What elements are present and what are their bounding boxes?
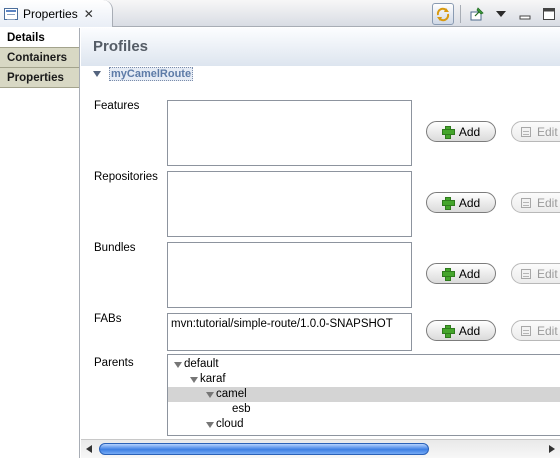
expand-icon[interactable]	[206, 422, 214, 428]
add-button-label: Add	[458, 266, 481, 281]
page-title: Profiles	[93, 38, 149, 55]
expand-icon[interactable]	[190, 377, 198, 383]
add-button-label: Add	[458, 195, 481, 210]
features-label: Features	[94, 100, 140, 112]
tab-properties-section[interactable]: Properties	[0, 68, 79, 88]
fabs-label: FABs	[94, 313, 122, 325]
view-toolbar	[430, 0, 560, 27]
edit-button-label: Edit	[537, 323, 558, 338]
expand-toggle-icon[interactable]	[93, 71, 101, 77]
add-button-label: Add	[458, 124, 481, 139]
tab-properties[interactable]: Properties ✕	[0, 0, 113, 27]
edit-icon	[521, 126, 531, 137]
horizontal-scrollbar[interactable]	[81, 439, 560, 458]
edit-bundle-button[interactable]: Edit	[511, 263, 560, 284]
minimize-icon[interactable]	[514, 3, 536, 25]
profile-details-form: Profiles myCamelRoute Features Add Edit …	[81, 28, 560, 458]
parents-tree[interactable]: default karaf camel esb cloud	[167, 354, 560, 436]
edit-icon	[521, 325, 531, 336]
section-title: myCamelRoute	[109, 67, 194, 81]
section-header[interactable]: myCamelRoute	[91, 66, 194, 82]
edit-fab-button[interactable]: Edit	[511, 320, 560, 341]
parents-label: Parents	[94, 357, 134, 369]
edit-button-label: Edit	[537, 195, 558, 210]
tree-row[interactable]: camel	[168, 387, 560, 402]
maximize-icon[interactable]	[538, 3, 560, 25]
tree-item-label: esb	[232, 403, 251, 415]
edit-button-label: Edit	[537, 124, 558, 139]
tree-row[interactable]: karaf	[168, 372, 560, 387]
tree-row[interactable]: esb	[168, 402, 560, 417]
left-tab-list: Details Containers Properties	[0, 28, 80, 458]
form-header: Profiles	[81, 28, 560, 66]
scroll-right-icon[interactable]	[549, 445, 555, 453]
features-list[interactable]	[167, 100, 412, 166]
add-icon	[441, 268, 455, 281]
view-menu-icon[interactable]	[490, 3, 512, 25]
properties-view-icon	[4, 7, 18, 20]
add-repository-button[interactable]: Add	[426, 192, 496, 213]
add-feature-button[interactable]: Add	[426, 121, 496, 142]
repositories-list[interactable]	[167, 171, 412, 237]
pin-icon[interactable]	[466, 3, 488, 25]
tree-item-label: karaf	[200, 373, 226, 385]
repositories-label: Repositories	[94, 171, 158, 183]
view-tab-bar: Properties ✕	[0, 0, 560, 27]
tab-details[interactable]: Details	[0, 28, 79, 48]
add-icon	[441, 325, 455, 338]
expand-icon[interactable]	[174, 362, 182, 368]
bundles-list[interactable]	[167, 242, 412, 308]
close-icon[interactable]: ✕	[84, 7, 94, 21]
edit-button-label: Edit	[537, 266, 558, 281]
edit-feature-button[interactable]: Edit	[511, 121, 560, 142]
fabs-list[interactable]: mvn:tutorial/simple-route/1.0.0-SNAPSHOT	[167, 313, 412, 351]
tree-row[interactable]: cloud	[168, 417, 560, 432]
tree-row[interactable]: default	[168, 357, 560, 372]
toolbar-separator	[460, 4, 461, 23]
edit-repository-button[interactable]: Edit	[511, 192, 560, 213]
edit-icon	[521, 268, 531, 279]
add-fab-button[interactable]: Add	[426, 320, 496, 341]
tree-item-label: cloud	[216, 418, 244, 430]
bundles-label: Bundles	[94, 242, 136, 254]
tab-containers[interactable]: Containers	[0, 48, 79, 68]
tree-item-label: default	[184, 358, 219, 370]
tree-item-label: camel	[216, 388, 247, 400]
edit-icon	[521, 197, 531, 208]
scrollbar-thumb[interactable]	[99, 443, 429, 455]
add-icon	[441, 197, 455, 210]
sync-icon[interactable]	[432, 2, 454, 25]
scroll-left-icon[interactable]	[86, 445, 92, 453]
fab-item[interactable]: mvn:tutorial/simple-route/1.0.0-SNAPSHOT	[171, 318, 393, 330]
add-icon	[441, 126, 455, 139]
add-button-label: Add	[458, 323, 481, 338]
add-bundle-button[interactable]: Add	[426, 263, 496, 284]
tab-label: Properties	[23, 6, 78, 21]
expand-icon[interactable]	[206, 392, 214, 398]
